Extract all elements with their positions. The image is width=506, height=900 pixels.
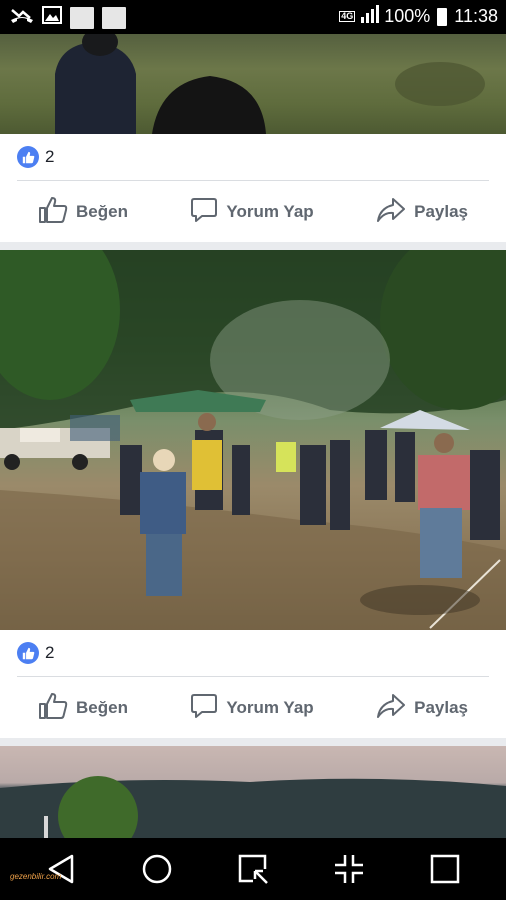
share-label: Paylaş	[414, 202, 468, 221]
status-bar: 4G 100% 11:38	[0, 0, 506, 34]
missed-call-icon	[10, 6, 34, 29]
share-label: Paylaş	[414, 698, 468, 717]
notification-icon	[70, 6, 94, 29]
post-footer: 2 Beğen Yorum Yap Paylaş	[0, 630, 506, 738]
comment-label: Yorum Yap	[226, 202, 314, 221]
like-reaction-icon[interactable]	[17, 642, 39, 664]
post-photo[interactable]	[0, 746, 506, 838]
network-4g-icon: 4G	[339, 11, 356, 22]
comment-label: Yorum Yap	[226, 698, 314, 717]
battery-percent: 100%	[384, 6, 431, 26]
like-label: Beğen	[76, 698, 128, 717]
comment-button[interactable]: Yorum Yap	[190, 692, 314, 725]
capture-icon[interactable]	[236, 852, 270, 886]
post-footer: 2 Beğen Yorum Yap Paylaş	[0, 134, 506, 242]
reaction-count[interactable]: 2	[45, 643, 54, 663]
home-icon[interactable]	[140, 852, 174, 886]
comment-icon	[190, 196, 218, 229]
watermark: gezenbilir.com	[10, 872, 62, 881]
share-icon	[376, 196, 406, 229]
share-icon	[376, 692, 406, 725]
navigation-bar: gezenbilir.com	[0, 838, 506, 900]
like-button[interactable]: Beğen	[38, 196, 128, 229]
thumbs-up-icon	[38, 196, 68, 229]
clock: 11:38	[454, 6, 498, 26]
battery-icon	[437, 7, 448, 26]
gallery-icon	[42, 6, 62, 29]
comment-button[interactable]: Yorum Yap	[190, 196, 314, 229]
fullscreen-icon[interactable]	[332, 852, 366, 886]
like-button[interactable]: Beğen	[38, 692, 128, 725]
share-button[interactable]: Paylaş	[376, 692, 468, 725]
divider	[17, 180, 489, 181]
like-label: Beğen	[76, 202, 128, 221]
share-button[interactable]: Paylaş	[376, 196, 468, 229]
divider	[17, 676, 489, 677]
comment-icon	[190, 692, 218, 725]
like-reaction-icon[interactable]	[17, 146, 39, 168]
reaction-count[interactable]: 2	[45, 147, 54, 167]
recents-icon[interactable]	[428, 852, 462, 886]
signal-icon	[360, 5, 380, 28]
notification-icon	[102, 6, 126, 29]
post-photo[interactable]	[0, 34, 506, 134]
post-photo[interactable]	[0, 250, 506, 630]
thumbs-up-icon	[38, 692, 68, 725]
